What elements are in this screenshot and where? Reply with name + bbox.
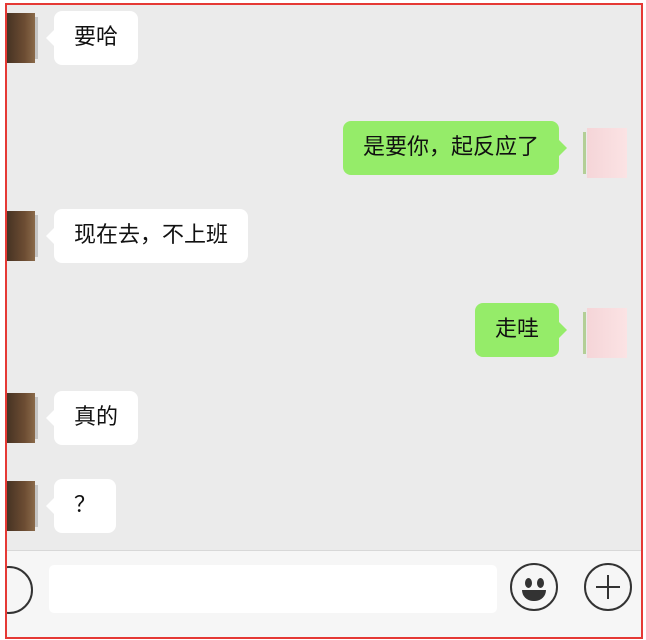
message-bubble-outgoing[interactable]: 是要你，起反应了 <box>342 121 568 175</box>
emoji-icon[interactable] <box>510 563 558 611</box>
avatar[interactable] <box>7 481 38 531</box>
message-bubble-incoming[interactable]: 现在去，不上班 <box>45 209 249 263</box>
avatar[interactable] <box>583 308 627 358</box>
message-input[interactable] <box>49 565 497 613</box>
avatar[interactable] <box>583 128 627 178</box>
avatar[interactable] <box>7 393 38 443</box>
message-bubble-incoming[interactable]: 要哈 <box>45 11 139 65</box>
message-bubble-incoming[interactable]: ？ <box>45 479 117 533</box>
avatar[interactable] <box>7 13 38 63</box>
voice-icon[interactable] <box>7 566 33 614</box>
chat-window: 要哈 是要你，起反应了 现在去，不上班 走哇 真的 ？ <box>5 3 643 639</box>
message-bubble-outgoing[interactable]: 走哇 <box>474 303 568 357</box>
avatar[interactable] <box>7 211 38 261</box>
message-bubble-incoming[interactable]: 真的 <box>45 391 139 445</box>
input-bar <box>7 550 641 637</box>
message-list: 要哈 是要你，起反应了 现在去，不上班 走哇 真的 ？ <box>7 5 641 551</box>
plus-icon[interactable] <box>584 563 632 611</box>
